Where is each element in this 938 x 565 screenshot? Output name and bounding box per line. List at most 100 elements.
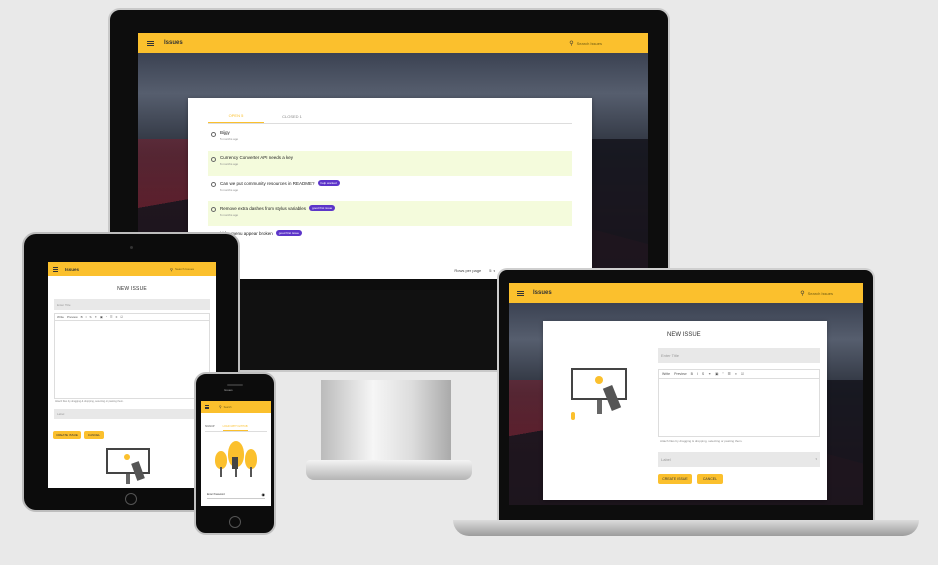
- menu-icon[interactable]: [147, 40, 154, 47]
- editor-area[interactable]: [658, 379, 820, 437]
- password-label: Enter Password: [207, 492, 225, 496]
- cancel-button[interactable]: CANCEL: [84, 431, 104, 439]
- menu-icon[interactable]: [205, 405, 209, 410]
- label-select[interactable]: Label ▾: [658, 452, 820, 467]
- toolbar-button[interactable]: ▣: [100, 315, 103, 319]
- toolbar-button[interactable]: S: [702, 372, 704, 376]
- toolbar-tab[interactable]: Write: [662, 372, 670, 376]
- issue-time: 6 months ago: [220, 188, 239, 192]
- app-title: Issues: [164, 40, 183, 46]
- rows-per-page-select[interactable]: 5: [489, 268, 491, 273]
- toolbar-button[interactable]: ≡: [116, 315, 118, 319]
- tab-login-github[interactable]: LOGIN WITH GITHUB: [222, 425, 248, 431]
- toolbar-tab[interactable]: Preview: [674, 372, 686, 376]
- issue-title: Can we put community resources in README…: [220, 180, 315, 186]
- toolbar-button[interactable]: ⚭: [708, 372, 711, 376]
- illustration: [106, 448, 154, 488]
- search-input[interactable]: Search: [224, 406, 232, 409]
- toolbar-tab[interactable]: Preview: [67, 315, 78, 319]
- form-title: NEW ISSUE: [667, 332, 701, 338]
- toolbar-button[interactable]: ⚭: [95, 315, 98, 319]
- editor-area[interactable]: [54, 321, 210, 399]
- laptop-base: [453, 520, 919, 536]
- search-input[interactable]: Search Issues: [577, 41, 602, 46]
- issue-open-icon: [211, 132, 216, 137]
- menu-icon[interactable]: [517, 290, 524, 297]
- markdown-toolbar: Write Preview B I S ⚭ ▣ ” ☰ ≡ ☑: [658, 369, 820, 379]
- cancel-button[interactable]: CANCEL: [697, 474, 723, 484]
- tab-signup[interactable]: SIGNUP: [205, 425, 215, 431]
- toolbar-button[interactable]: ”: [106, 315, 107, 319]
- issue-title: Remove extra dashes from stylus variable…: [220, 205, 307, 211]
- search-icon[interactable]: ⚲: [569, 40, 573, 47]
- phone-device: Issues ⚲ Search SIGNUP LOGIN WITH GITHUB…: [194, 372, 276, 535]
- title-input[interactable]: Enter Title: [658, 348, 820, 363]
- phone-speaker: [227, 384, 243, 386]
- issue-time: 5 months ago: [220, 137, 239, 141]
- chevron-down-icon: ▾: [815, 457, 817, 461]
- chevron-down-icon[interactable]: ▾: [493, 269, 495, 273]
- toolbar-button[interactable]: I: [697, 372, 698, 376]
- search-input[interactable]: Search Issues: [175, 267, 194, 271]
- desktop-appbar: Issues ⚲ Search Issues: [138, 33, 648, 53]
- attach-hint: Attach files by dragging & dropping, sel…: [55, 400, 124, 403]
- toolbar-button[interactable]: ☰: [728, 372, 731, 376]
- rows-per-page-label: Rows per page: [454, 268, 482, 273]
- password-field[interactable]: Enter Password ◉: [207, 490, 265, 499]
- toolbar-button[interactable]: S: [89, 315, 91, 319]
- issue-row[interactable]: ld for menu appear broken good first issu…: [208, 226, 572, 251]
- toolbar-button[interactable]: ▣: [715, 372, 718, 376]
- toolbar-button[interactable]: ☑: [741, 372, 744, 376]
- issues-card: OPEN 5 CLOSED 1 Bijgy 5 months ago Currenc…: [188, 98, 592, 279]
- phone-status: Issues: [224, 388, 233, 392]
- issue-row[interactable]: Remove extra dashes from stylus variable…: [208, 201, 572, 226]
- trees-illustration: [215, 441, 259, 479]
- label-placeholder: Label: [661, 457, 671, 462]
- illustration: [571, 368, 633, 420]
- app-title: Issues: [533, 290, 552, 296]
- create-issue-button[interactable]: CREATE ISSUE: [53, 431, 81, 439]
- tab-open[interactable]: OPEN 5: [208, 113, 264, 123]
- tablet-home-button[interactable]: [125, 493, 137, 505]
- tablet-screen: Issues ⚲ Search Issues NEW ISSUE Enter T…: [48, 262, 216, 488]
- phone-home-button[interactable]: [229, 516, 241, 528]
- app-title: Issues: [65, 266, 80, 272]
- toolbar-button[interactable]: B: [691, 372, 693, 376]
- tab-closed[interactable]: CLOSED 1: [264, 114, 320, 123]
- search-input[interactable]: Search Issues: [808, 291, 833, 296]
- toolbar-button[interactable]: ☰: [110, 315, 113, 319]
- title-input[interactable]: Enter Title: [54, 299, 210, 310]
- phone-appbar: ⚲ Search: [201, 401, 271, 413]
- toolbar-button[interactable]: I: [86, 315, 87, 319]
- issue-label-chip: good first issue: [275, 230, 302, 236]
- laptop-screen: Issues ⚲ Search Issues NEW ISSUE Enter T…: [509, 283, 863, 505]
- issue-list: Bijgy 5 months ago Currency Converter API …: [208, 126, 572, 251]
- toolbar-button[interactable]: ”: [722, 372, 723, 376]
- search-icon[interactable]: ⚲: [170, 267, 173, 272]
- form-title: NEW ISSUE: [117, 286, 147, 292]
- laptop-device: Issues ⚲ Search Issues NEW ISSUE Enter T…: [497, 268, 875, 521]
- issue-time: 6 months ago: [220, 162, 239, 166]
- issue-open-icon: [211, 182, 216, 187]
- issue-row[interactable]: Can we put community resources in README…: [208, 176, 572, 201]
- search-icon[interactable]: ⚲: [800, 290, 804, 297]
- search-icon[interactable]: ⚲: [219, 405, 222, 409]
- new-issue-card: NEW ISSUE Enter Title Write Preview B I S ⚭ ▣ ”…: [543, 321, 827, 500]
- monitor-base: [306, 460, 472, 480]
- create-issue-button[interactable]: CREATE ISSUE: [658, 474, 692, 484]
- issue-row[interactable]: Currency Converter API needs a key 6 mont…: [208, 151, 572, 176]
- menu-icon[interactable]: [53, 266, 58, 273]
- issue-row[interactable]: Bijgy 5 months ago: [208, 126, 572, 151]
- eye-icon[interactable]: ◉: [262, 492, 266, 497]
- toolbar-tab[interactable]: Write: [57, 315, 64, 319]
- issue-label-chip: help wanted: [317, 180, 340, 186]
- toolbar-button[interactable]: ☑: [120, 315, 123, 319]
- markdown-toolbar: Write Preview B I S ⚭ ▣” ☰ ≡ ☑: [54, 313, 210, 321]
- toolbar-button[interactable]: ≡: [735, 372, 737, 376]
- issue-title: Bijgy: [220, 130, 230, 135]
- issue-label-chip: good first issue: [309, 205, 336, 211]
- tablet-camera: [130, 246, 133, 249]
- issue-time: 6 months ago: [220, 213, 239, 217]
- toolbar-button[interactable]: B: [81, 315, 83, 319]
- label-select[interactable]: Label: [54, 409, 210, 419]
